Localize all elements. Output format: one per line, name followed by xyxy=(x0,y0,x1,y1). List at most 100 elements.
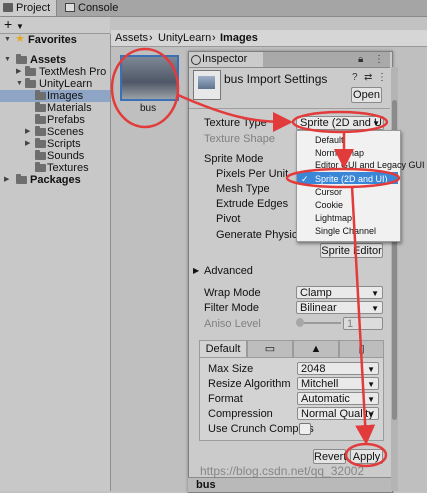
folder-icon xyxy=(25,78,36,88)
menu-item[interactable]: Cursor xyxy=(315,187,342,197)
chevron-down-icon: ▼ xyxy=(367,365,375,374)
tree-label: Scenes xyxy=(47,126,84,138)
aniso-slider-handle[interactable] xyxy=(296,318,304,327)
compression-value: Normal Quality xyxy=(301,408,374,420)
breadcrumb-images[interactable]: Images xyxy=(220,32,258,44)
window-tab-bar: Project Console xyxy=(0,0,427,17)
tree-label: Assets xyxy=(30,54,67,66)
texture-type-dropdown[interactable]: Sprite (2D and UI) ▼ xyxy=(296,116,384,130)
apply-button[interactable]: Apply xyxy=(350,449,383,464)
platform-tabs: Default ▭ ▲ ▯ xyxy=(199,340,384,357)
extrude-edges-label: Extrude Edges xyxy=(216,198,289,210)
tab-console[interactable]: Console xyxy=(62,0,124,16)
breadcrumb-assets[interactable]: Assets xyxy=(115,32,148,44)
folder-icon xyxy=(35,114,46,124)
console-icon xyxy=(65,3,75,12)
tree-label: TextMesh Pro xyxy=(39,66,107,78)
watermark: https://blog.csdn.net/qq_32002 xyxy=(200,464,365,478)
advanced-foldout[interactable]: Advanced xyxy=(204,265,253,277)
menu-item[interactable]: Editor GUI and Legacy GUI xyxy=(315,160,425,170)
aniso-level-label: Aniso Level xyxy=(204,318,261,330)
tab-inspector-label: Inspector xyxy=(202,53,248,65)
menu-item[interactable]: Cookie xyxy=(315,200,343,210)
menu-item[interactable]: Default xyxy=(315,135,344,145)
chevron-right-icon[interactable]: ▶ xyxy=(16,66,21,78)
gear-icon[interactable]: ⋮ xyxy=(377,72,387,83)
tab-project[interactable]: Project xyxy=(0,0,58,16)
chevron-down-icon: ▼ xyxy=(372,119,380,128)
chevron-down-icon: ▼ xyxy=(371,289,379,298)
tree-label: Textures xyxy=(47,162,89,174)
folder-icon xyxy=(3,3,13,12)
menu-item[interactable]: Lightmap xyxy=(315,213,352,223)
sprite-editor-button[interactable]: Sprite Editor xyxy=(320,243,383,258)
revert-button[interactable]: Revert xyxy=(313,449,346,464)
tab-inspector[interactable]: Inspector xyxy=(189,52,263,67)
asset-thumbnail[interactable] xyxy=(120,55,179,101)
create-button[interactable]: + xyxy=(4,17,12,31)
crunch-checkbox[interactable] xyxy=(299,423,311,435)
menu-item[interactable]: Normal map xyxy=(315,148,364,158)
star-icon: ★ xyxy=(15,33,25,45)
monitor-icon: ▭ xyxy=(264,343,276,355)
compression-label: Compression xyxy=(208,408,273,420)
chevron-down-icon[interactable]: ▼ xyxy=(4,34,11,46)
chevron-down-icon: ▼ xyxy=(371,304,379,313)
folder-icon xyxy=(16,54,27,64)
generate-physics-label: Generate Physics xyxy=(216,229,303,241)
wrap-mode-dropdown[interactable]: Clamp ▼ xyxy=(296,286,383,299)
menu-item[interactable]: Single Channel xyxy=(315,226,376,236)
breadcrumb-separator: › xyxy=(212,32,216,44)
filter-mode-dropdown[interactable]: Bilinear ▼ xyxy=(296,301,383,314)
crunch-label: Use Crunch Compres xyxy=(208,423,314,435)
open-button[interactable]: Open xyxy=(351,87,382,103)
wrap-mode-value: Clamp xyxy=(300,287,332,299)
folder-icon xyxy=(35,150,46,160)
max-size-label: Max Size xyxy=(208,363,254,375)
format-dropdown[interactable]: Automatic ▼ xyxy=(297,392,379,405)
format-label: Format xyxy=(208,393,243,405)
resize-algorithm-label: Resize Algorithm xyxy=(208,378,291,390)
format-value: Automatic xyxy=(301,393,350,405)
chevron-down-icon: ▼ xyxy=(367,380,375,389)
breadcrumb-unitylearn[interactable]: UnityLearn xyxy=(158,32,211,44)
preset-icon[interactable]: ⇄ xyxy=(364,72,372,83)
inspector-title: bus Import Settings xyxy=(224,72,328,86)
inspector-footer: bus xyxy=(188,477,391,492)
pixels-per-unit-label: Pixels Per Unit xyxy=(216,168,289,180)
tree-item-images[interactable]: Images xyxy=(0,90,110,102)
chevron-down-icon[interactable]: ▼ xyxy=(4,54,11,66)
tab-platform-webgl[interactable]: ▯ xyxy=(339,340,384,357)
asset-label[interactable]: bus xyxy=(140,103,156,114)
aniso-level-field[interactable]: 1 xyxy=(343,317,383,330)
chevron-right-icon[interactable]: ▶ xyxy=(193,266,199,275)
chevron-right-icon[interactable]: ▶ xyxy=(25,126,30,138)
lock-icon[interactable]: 🔒︎ xyxy=(358,54,363,65)
help-icon[interactable]: ? xyxy=(352,72,358,83)
texture-type-label: Texture Type xyxy=(204,117,267,129)
tree-label: Prefabs xyxy=(47,114,85,126)
chevron-down-icon[interactable]: ▼ xyxy=(16,22,24,31)
folder-icon xyxy=(25,66,36,76)
compression-dropdown[interactable]: Normal Quality ▼ xyxy=(297,407,379,420)
chevron-right-icon[interactable]: ▶ xyxy=(25,138,30,150)
breadcrumb-separator: › xyxy=(149,32,153,44)
tree-label: Images xyxy=(47,90,84,102)
android-icon: ▲ xyxy=(310,343,322,355)
chevron-down-icon[interactable]: ▼ xyxy=(16,78,23,90)
mesh-type-label: Mesh Type xyxy=(216,183,270,195)
menu-icon[interactable]: ⋮ xyxy=(374,54,384,65)
tab-platform-android[interactable]: ▲ xyxy=(293,340,339,357)
tree-label: Sounds xyxy=(47,150,85,162)
filter-mode-label: Filter Mode xyxy=(204,302,260,314)
chevron-right-icon[interactable]: ▶ xyxy=(4,174,9,186)
tab-platform-standalone[interactable]: ▭ xyxy=(247,340,293,357)
texture-icon xyxy=(193,70,221,100)
tree-label: Packages xyxy=(30,174,81,186)
resize-algorithm-value: Mitchell xyxy=(301,378,339,390)
resize-algorithm-dropdown[interactable]: Mitchell ▼ xyxy=(297,377,379,390)
tab-platform-default[interactable]: Default xyxy=(199,340,247,357)
menu-item[interactable]: Sprite (2D and UI) xyxy=(315,174,388,184)
project-tree: ▼ ★ Favorites ▼ Assets ▶ TextMesh Pro ▼ … xyxy=(0,33,111,491)
max-size-dropdown[interactable]: 2048 ▼ xyxy=(297,362,379,375)
